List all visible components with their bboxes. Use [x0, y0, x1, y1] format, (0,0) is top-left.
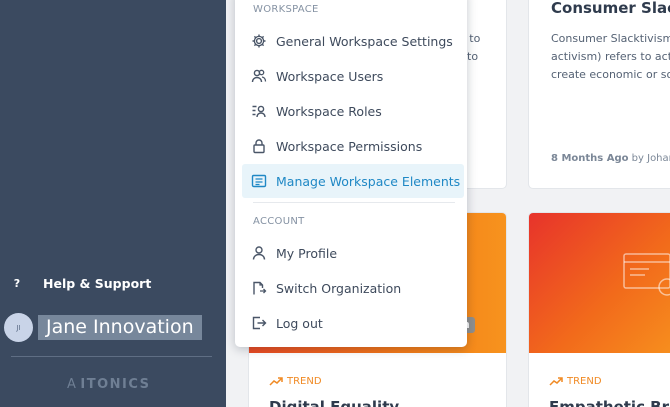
itonics-logo: A ITONICS [67, 377, 151, 392]
help-support-link[interactable]: ? Help & Support [10, 276, 152, 291]
help-icon: ? [13, 277, 21, 290]
card-title: Empathetic Brand [549, 398, 670, 407]
sidebar: ? Help & Support JI Jane Innovation A ITO… [0, 0, 226, 407]
card-title: Digital Equality [269, 398, 400, 407]
menu-item-switch-organization[interactable]: Switch Organization [242, 271, 464, 305]
card-title: Consumer Slack [551, 0, 670, 17]
trend-arrow-icon [549, 377, 563, 386]
trend-arrow-icon [269, 377, 283, 386]
sidebar-divider [11, 356, 212, 357]
lock-icon [250, 137, 268, 155]
card-empathetic-brand[interactable]: TREND Empathetic Brand [528, 212, 670, 407]
section-label-account: ACCOUNT [253, 216, 305, 227]
menu-item-my-profile[interactable]: My Profile [242, 236, 464, 270]
switch-org-icon [250, 279, 268, 297]
gear-icon [250, 32, 268, 50]
browser-illustration-icon [623, 253, 670, 296]
menu-divider [253, 202, 455, 203]
menu-item-workspace-users[interactable]: Workspace Users [242, 59, 464, 93]
card-hero-image [529, 213, 670, 353]
roles-icon [250, 102, 268, 120]
section-label-workspace: WORKSPACE [253, 4, 319, 15]
user-icon [250, 244, 268, 262]
menu-item-log-out[interactable]: Log out [242, 306, 464, 340]
avatar: JI [4, 313, 33, 342]
elements-icon [250, 172, 268, 190]
logout-icon [250, 314, 268, 332]
card-description: Consumer Slacktivism activism) refers to… [551, 32, 670, 81]
user-name: Jane Innovation [38, 315, 202, 340]
users-icon [250, 67, 268, 85]
help-support-label: Help & Support [43, 276, 152, 291]
menu-item-manage-workspace-elements[interactable]: Manage Workspace Elements [242, 164, 464, 198]
user-menu-trigger[interactable]: JI Jane Innovation [4, 313, 202, 342]
trend-label: TREND [269, 376, 322, 387]
menu-item-general-workspace-settings[interactable]: General Workspace Settings [242, 24, 464, 58]
menu-item-workspace-roles[interactable]: Workspace Roles [242, 94, 464, 128]
card-consumer-slacktivism[interactable]: Consumer Slack Consumer Slacktivism acti… [528, 0, 670, 189]
user-dropdown-menu: WORKSPACE General Workspace Settings Wor… [235, 0, 467, 347]
logo-mark: A [67, 377, 78, 392]
card-meta: 8 Months Ago by Johann [551, 153, 670, 164]
menu-item-workspace-permissions[interactable]: Workspace Permissions [242, 129, 464, 163]
trend-label: TREND [549, 376, 602, 387]
logo-text: ITONICS [80, 377, 151, 392]
